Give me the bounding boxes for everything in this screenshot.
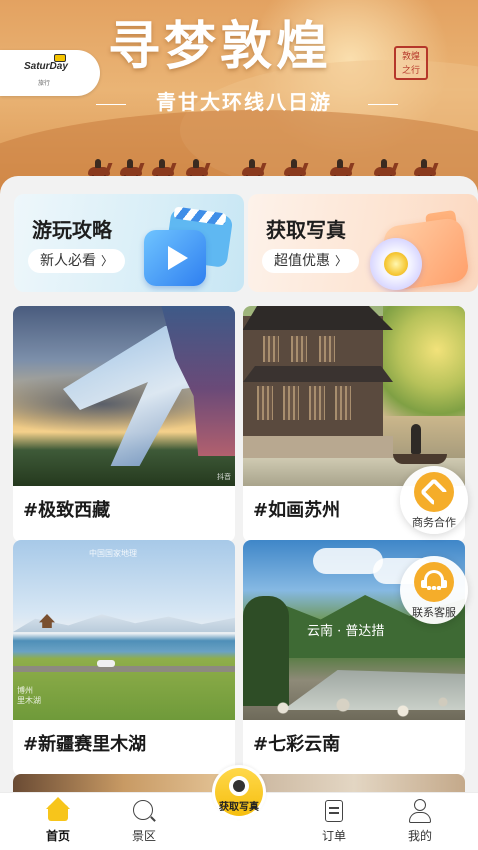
camera-icon (364, 206, 474, 292)
photo-promo-card[interactable]: 获取写真 超值优惠〉 (248, 194, 478, 292)
tab-scenic[interactable]: 景区 (104, 793, 184, 850)
app-screen: 寻梦敦煌 青甘大环线八日游 敦煌 之行 SaturDay 旅行 游玩攻略 新人必看… (0, 0, 478, 850)
guide-promo-card[interactable]: 游玩攻略 新人必看〉 (14, 194, 244, 292)
float-label: 商务合作 (412, 516, 456, 529)
logo-sub: 旅行 (38, 80, 51, 87)
promo-pill-label: 超值优惠 (274, 253, 330, 269)
photo-watermark: 博州 里木湖 (17, 686, 41, 705)
destination-card-peek[interactable] (243, 774, 465, 794)
tab-get-photos[interactable]: 获取写真 (212, 765, 266, 819)
destination-photo: 中国国家地理 博州 里木湖 (13, 540, 235, 720)
handshake-icon (414, 472, 454, 512)
tab-label: 景区 (131, 829, 156, 843)
scenic-search-icon (132, 799, 156, 823)
home-icon (46, 797, 70, 823)
seal-stamp: 敦煌 之行 (394, 46, 428, 80)
destination-label: #新疆赛里木湖 (23, 734, 147, 755)
destination-photo: 抖音 (13, 306, 235, 486)
tab-label: 订单 (321, 829, 346, 843)
subtitle-divider (368, 104, 398, 105)
play-video-icon (138, 206, 238, 290)
chevron-right-icon: 〉 (101, 254, 114, 268)
tab-label: 获取写真 (219, 802, 259, 813)
promo-pill-button[interactable]: 超值优惠〉 (262, 249, 360, 273)
business-cooperation-button[interactable]: 商务合作 (400, 466, 468, 534)
customer-service-button[interactable]: 联系客服 (400, 556, 468, 624)
headset-icon (414, 562, 454, 602)
destination-card-xinjiang[interactable]: 中国国家地理 博州 里木湖 #新疆赛里木湖 (13, 540, 235, 776)
destination-card-tibet[interactable]: 抖音 #极致西藏 (13, 306, 235, 542)
brand-logo: SaturDay 旅行 (0, 50, 100, 96)
camera-lens-icon: 获取写真 (215, 768, 263, 816)
destination-label: #极致西藏 (23, 500, 111, 521)
promo-pill-button[interactable]: 新人必看〉 (28, 249, 126, 273)
hero-banner[interactable]: 寻梦敦煌 青甘大环线八日游 敦煌 之行 SaturDay 旅行 (0, 0, 478, 200)
banner-subtitle: 青甘大环线八日游 (156, 90, 332, 114)
banner-title: 寻梦敦煌 (108, 16, 333, 77)
tab-orders[interactable]: 订单 (294, 793, 374, 850)
chevron-right-icon: 〉 (335, 254, 348, 268)
tab-home[interactable]: 首页 (18, 793, 98, 850)
bottom-tab-bar: 首页 景区 获取写真 订单 我的 (0, 765, 478, 850)
tab-profile[interactable]: 我的 (380, 793, 460, 850)
profile-icon (408, 799, 432, 823)
promo-pill-label: 新人必看 (40, 253, 96, 269)
tab-label: 我的 (407, 829, 432, 843)
destination-label: #七彩云南 (253, 734, 341, 755)
promo-title: 游玩攻略 (32, 218, 112, 242)
destination-label: #如画苏州 (253, 500, 341, 521)
promo-title: 获取写真 (266, 218, 346, 242)
logo-brand: SaturDay (24, 61, 68, 72)
photo-watermark: 中国国家地理 (89, 549, 137, 558)
photo-caption: 云南 · 普达措 (307, 624, 385, 639)
destination-card-peek[interactable] (13, 774, 235, 794)
tab-label: 首页 (45, 829, 70, 843)
destination-photo (243, 306, 465, 486)
order-doc-icon (322, 799, 346, 823)
float-label: 联系客服 (412, 606, 456, 619)
photo-watermark: 抖音 (217, 473, 231, 481)
